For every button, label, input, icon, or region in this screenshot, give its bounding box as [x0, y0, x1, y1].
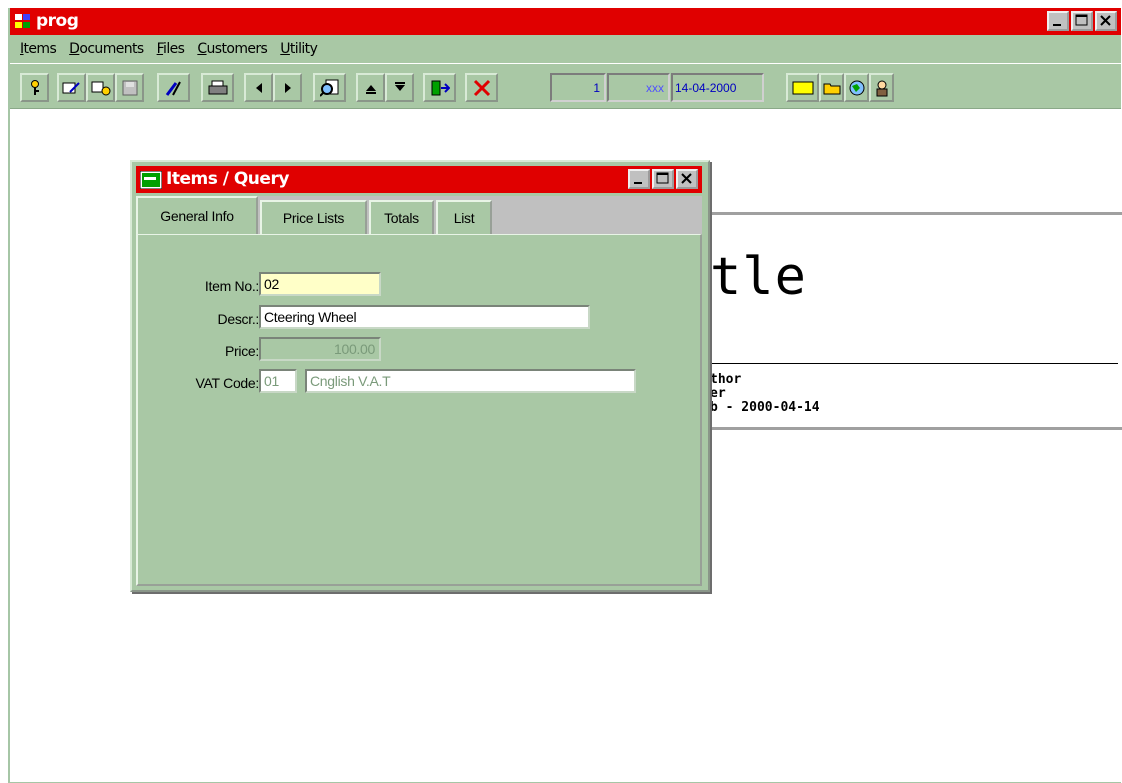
document-line-date: b - 2000-04-14	[710, 400, 820, 415]
main-window-controls	[1047, 11, 1117, 31]
disk-icon	[122, 80, 137, 95]
folder-icon	[823, 83, 840, 94]
tab-totals[interactable]: Totals	[369, 200, 434, 234]
price-field: 100.00	[259, 337, 381, 361]
vat-description-field: Cnglish V.A.T	[305, 369, 636, 393]
app-title: prog	[36, 11, 79, 31]
printer-icon	[208, 80, 227, 94]
tab-strip: General Info Price Lists Totals List	[136, 196, 702, 234]
dialog-close-button[interactable]	[676, 169, 698, 189]
form-icon	[139, 170, 163, 192]
tab-general-info[interactable]: General Info	[136, 196, 258, 234]
menu-documents[interactable]: Documents	[69, 41, 144, 57]
tools-button[interactable]	[157, 73, 190, 102]
print-button[interactable]	[201, 73, 234, 102]
cancel-button[interactable]	[465, 73, 498, 102]
document-preview: tle thor er b - 2000-04-14	[710, 212, 1122, 430]
arrow-down-icon	[394, 81, 405, 91]
item-no-field[interactable]: 02	[259, 272, 381, 296]
menubar: Items Documents Files Customers Utility	[10, 35, 1121, 63]
main-titlebar[interactable]: prog	[10, 8, 1121, 35]
red-x-icon	[473, 79, 490, 96]
menu-utility[interactable]: Utility	[280, 41, 318, 57]
menu-items[interactable]: Items	[20, 41, 57, 57]
edit-button[interactable]	[57, 73, 86, 102]
user-field: xxx	[607, 73, 670, 102]
arrow-right-icon	[284, 82, 291, 93]
key-icon	[30, 79, 39, 95]
menu-customers[interactable]: Customers	[197, 41, 268, 57]
close-button[interactable]	[1095, 11, 1117, 31]
prev-button[interactable]	[244, 73, 273, 102]
dialog-titlebar[interactable]: Items / Query	[136, 166, 702, 193]
minimize-button[interactable]	[1047, 11, 1069, 31]
globe-button[interactable]	[844, 73, 869, 102]
item-no-label: Item No.:	[204, 278, 259, 294]
tab-price-lists[interactable]: Price Lists	[260, 200, 367, 234]
price-label: Price:	[225, 343, 259, 359]
dialog-maximize-button[interactable]	[652, 169, 674, 189]
exit-button[interactable]	[423, 73, 456, 102]
items-query-dialog: Items / Query General Info Price Lists T…	[130, 160, 710, 592]
app-icon	[14, 12, 32, 30]
record-number-field: 1	[550, 73, 606, 102]
tab-list[interactable]: List	[436, 200, 492, 234]
first-record-button[interactable]	[356, 73, 385, 102]
help-button[interactable]	[869, 73, 894, 102]
note-icon	[792, 81, 813, 94]
document-divider	[710, 363, 1118, 364]
arrow-left-icon	[255, 82, 262, 93]
dialog-title: Items / Query	[166, 169, 289, 189]
vat-code-field[interactable]: 01	[259, 369, 297, 393]
next-button[interactable]	[273, 73, 302, 102]
descr-field[interactable]: Cteering Wheel	[259, 305, 590, 329]
exit-door-icon	[431, 80, 450, 95]
date-field: 14-04-2000	[671, 73, 764, 102]
tools-icon	[165, 81, 181, 96]
new-record-button[interactable]	[86, 73, 115, 102]
dialog-minimize-button[interactable]	[628, 169, 650, 189]
general-info-panel: Item No.: 02 Descr.: Cteering Wheel Pric…	[136, 234, 702, 586]
arrow-up-icon	[365, 84, 376, 94]
document-line-2: er	[710, 386, 726, 401]
edit-icon	[62, 81, 80, 93]
help-person-icon	[876, 80, 887, 96]
new-record-icon	[91, 81, 110, 95]
document-line-author: thor	[710, 372, 742, 387]
open-folder-button[interactable]	[819, 73, 844, 102]
save-button[interactable]	[115, 73, 144, 102]
maximize-button[interactable]	[1071, 11, 1093, 31]
note-button[interactable]	[786, 73, 819, 102]
toolbar: 1 xxx 14-04-2000	[10, 64, 1121, 109]
key-button[interactable]	[20, 73, 49, 102]
globe-icon	[849, 80, 864, 95]
menu-files[interactable]: Files	[157, 41, 185, 57]
search-icon	[319, 79, 338, 97]
dialog-window-controls	[628, 169, 698, 189]
vat-code-label: VAT Code:	[195, 375, 260, 391]
document-title: tle	[710, 247, 807, 307]
search-button[interactable]	[313, 73, 346, 102]
descr-label: Descr.:	[217, 311, 260, 327]
last-record-button[interactable]	[385, 73, 414, 102]
